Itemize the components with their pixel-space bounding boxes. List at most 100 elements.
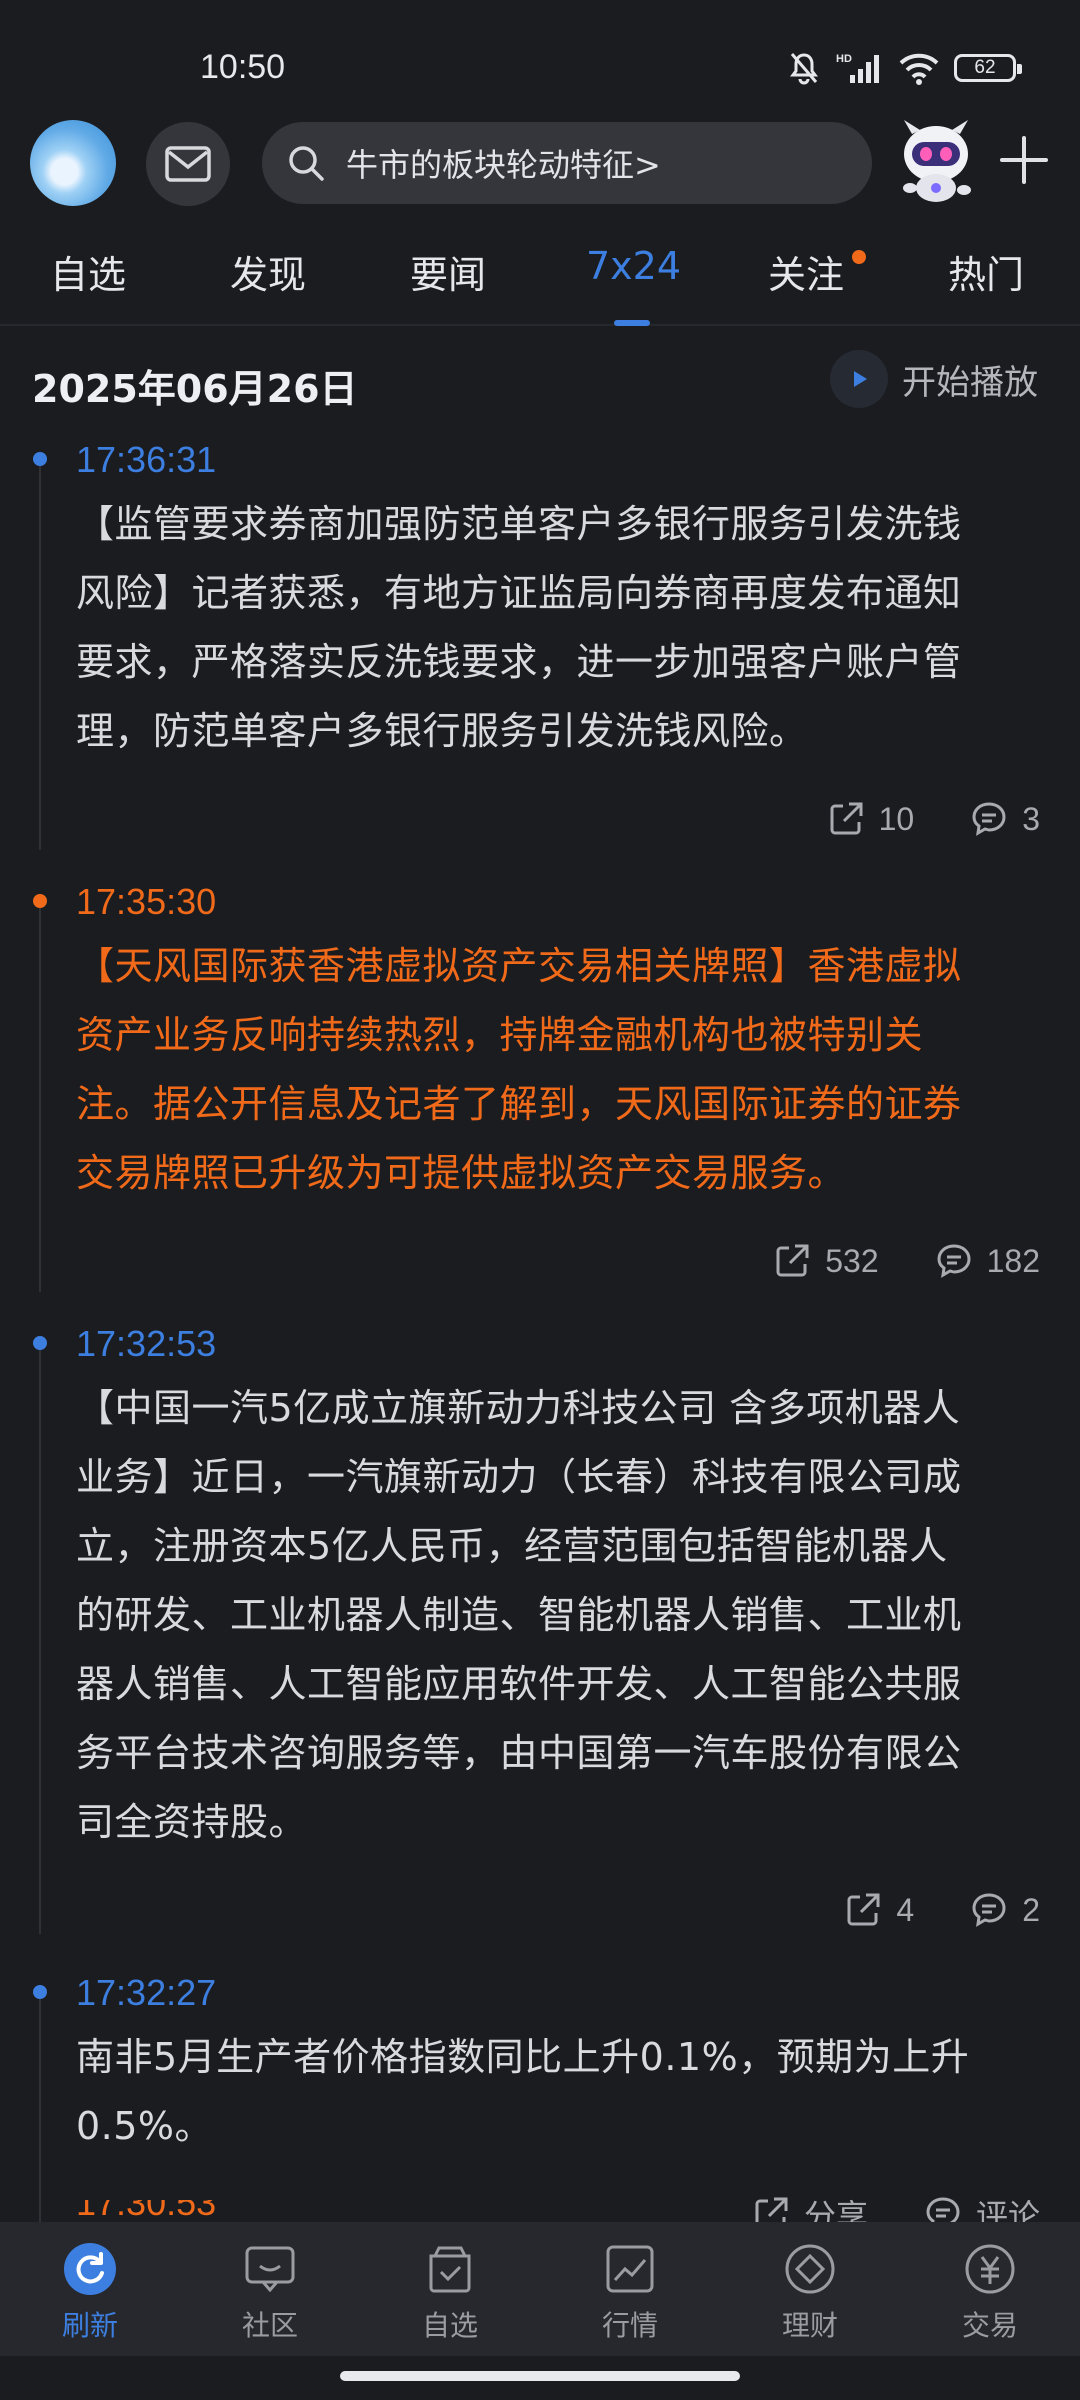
nav-wealth[interactable]: 理财 [720, 2222, 900, 2356]
wealth-icon [783, 2242, 837, 2296]
home-indicator[interactable] [340, 2371, 740, 2381]
community-icon [243, 2242, 297, 2296]
avatar[interactable] [30, 120, 116, 206]
search-icon [284, 141, 328, 185]
nav-watchlist[interactable]: 自选 [360, 2222, 540, 2356]
date-row: 2025年06月26日 开始播放 [0, 340, 1080, 424]
comment-button[interactable]: 2 [970, 1891, 1040, 1929]
comment-button[interactable]: 182 [935, 1242, 1040, 1280]
news-body: 南非5月生产者价格指数同比上升0.1%，预期为上升 0.5%。 [76, 2023, 1040, 2161]
news-body: 【监管要求券商加强防范单客户多银行服务引发洗钱 风险】记者获悉，有地方证监局向券… [76, 490, 1040, 766]
timeline-line [39, 460, 41, 850]
news-line: 南非5月生产者价格指数同比上升0.1%，预期为上升 [76, 2035, 970, 2079]
timeline-line [39, 1993, 41, 2253]
news-actions: 10 3 [76, 766, 1040, 872]
news-body: 【中国一汽5亿成立旗新动力科技公司 含多项机器人 业务】近日，一汽旗新动力（长春… [76, 1374, 1040, 1857]
robot-assistant-icon[interactable] [890, 114, 982, 206]
news-line: 立，注册资本5亿人民币，经营范围包括智能机器人 [76, 1524, 948, 1568]
news-item-highlight[interactable]: 17:35:30 【天风国际获香港虚拟资产交易相关牌照】香港虚拟 资产业务反响持… [0, 872, 1080, 1314]
active-tab-indicator [614, 320, 650, 326]
mute-bell-icon [790, 53, 818, 85]
next-item-peek: 17:30:53 [76, 2200, 276, 2222]
bottom-nav: 刷新 社区 自选 行情 理财 交易 [0, 2222, 1080, 2356]
add-button[interactable] [996, 132, 1052, 188]
news-line: 资产业务反响持续热烈，持牌金融机构也被特别关 [76, 1013, 924, 1057]
comment-icon [972, 1893, 1006, 1927]
search-bar[interactable]: 牛市的板块轮动特征> [262, 122, 872, 204]
news-line: 司全资持股。 [76, 1800, 308, 1844]
play-label: 开始播放 [902, 362, 1038, 403]
signal-icon: HD [836, 53, 879, 83]
news-line: 风险】记者获悉，有地方证监局向券商再度发布通知 [76, 571, 962, 615]
nav-label: 理财 [781, 2309, 838, 2342]
top-header: 牛市的板块轮动特征> [0, 110, 1080, 220]
watchlist-icon [423, 2242, 477, 2296]
nav-label: 交易 [961, 2309, 1018, 2342]
news-actions: 532 182 [76, 1208, 1040, 1314]
nav-trade[interactable]: 交易 [900, 2222, 1080, 2356]
share-button[interactable]: 4 [844, 1891, 914, 1929]
trade-icon [963, 2242, 1017, 2296]
following-badge [852, 250, 866, 264]
peek-time: 17:30:53 [76, 2200, 217, 2222]
nav-label: 刷新 [61, 2309, 118, 2342]
share-count: 532 [825, 1242, 879, 1279]
tab-7x24[interactable]: 7x24 [586, 244, 681, 288]
news-item[interactable]: 17:36:31 【监管要求券商加强防范单客户多银行服务引发洗钱 风险】记者获悉… [0, 430, 1080, 872]
news-line: 器人销售、人工智能应用软件开发、人工智能公共服 [76, 1662, 962, 1706]
news-line: 务平台技术咨询服务等，由中国第一汽车股份有限公 [76, 1731, 962, 1775]
play-icon [830, 350, 888, 408]
news-line: 【监管要求券商加强防范单客户多银行服务引发洗钱 [76, 502, 962, 546]
share-count: 10 [878, 800, 915, 837]
news-time: 17:36:31 [76, 439, 217, 480]
network-label: HD [836, 53, 852, 65]
refresh-icon [63, 2242, 117, 2296]
timeline-dot [33, 452, 47, 466]
news-actions: 4 2 [76, 1857, 1040, 1963]
mail-button[interactable] [146, 122, 230, 206]
share-button[interactable]: 532 [773, 1242, 879, 1280]
share-icon [830, 802, 863, 835]
tab-headlines[interactable]: 要闻 [410, 244, 486, 299]
play-button[interactable]: 开始播放 [830, 350, 1038, 408]
battery-icon: 62 [954, 54, 1022, 82]
timeline-dot [33, 1985, 47, 1999]
tab-watchlist[interactable]: 自选 [50, 244, 126, 299]
share-button[interactable]: 10 [827, 800, 915, 838]
comment-button[interactable]: 3 [970, 800, 1040, 838]
comment-count: 182 [986, 1242, 1040, 1279]
nav-refresh[interactable]: 刷新 [0, 2222, 180, 2356]
market-icon [603, 2242, 657, 2296]
news-feed: 17:36:31 【监管要求券商加强防范单客户多银行服务引发洗钱 风险】记者获悉… [0, 430, 1080, 2267]
status-time: 10:50 [200, 48, 286, 86]
news-time: 17:32:27 [76, 1972, 217, 2013]
news-line: 【中国一汽5亿成立旗新动力科技公司 含多项机器人 [76, 1386, 961, 1430]
news-line: 要求，严格落实反洗钱要求，进一步加强客户账户管 [76, 640, 962, 684]
news-time: 17:35:30 [76, 881, 217, 922]
news-line: 的研发、工业机器人制造、智能机器人销售、工业机 [76, 1593, 962, 1637]
comment-count: 3 [1022, 800, 1040, 837]
share-count: 4 [896, 1891, 915, 1928]
status-bar: 10:50 HD 62 [0, 0, 1080, 110]
timeline-line [39, 1344, 41, 1934]
status-icons: HD 62 [786, 50, 1022, 86]
news-line: 【天风国际获香港虚拟资产交易相关牌照】香港虚拟 [76, 944, 962, 988]
tab-hot[interactable]: 热门 [948, 244, 1024, 299]
nav-label: 行情 [601, 2309, 658, 2342]
timeline-dot [33, 894, 47, 908]
news-line: 注。据公开信息及记者了解到，天风国际证券的证券 [76, 1082, 962, 1126]
share-icon [847, 1893, 880, 1926]
search-suggestion-text: 牛市的板块轮动特征> [346, 146, 661, 184]
comment-count: 2 [1022, 1891, 1040, 1928]
tab-discover[interactable]: 发现 [230, 244, 306, 299]
comment-icon [972, 802, 1006, 836]
tab-bar: 自选 发现 要闻 7x24 关注 热门 [0, 230, 1080, 326]
news-line: 业务】近日，一汽旗新动力（长春）科技有限公司成 [76, 1455, 962, 1499]
news-line: 0.5%。 [76, 2104, 214, 2148]
mail-icon [165, 146, 211, 182]
timeline-dot [33, 1336, 47, 1350]
tab-following[interactable]: 关注 [768, 244, 844, 299]
nav-market[interactable]: 行情 [540, 2222, 720, 2356]
news-item[interactable]: 17:32:53 【中国一汽5亿成立旗新动力科技公司 含多项机器人 业务】近日，… [0, 1314, 1080, 1963]
nav-community[interactable]: 社区 [180, 2222, 360, 2356]
